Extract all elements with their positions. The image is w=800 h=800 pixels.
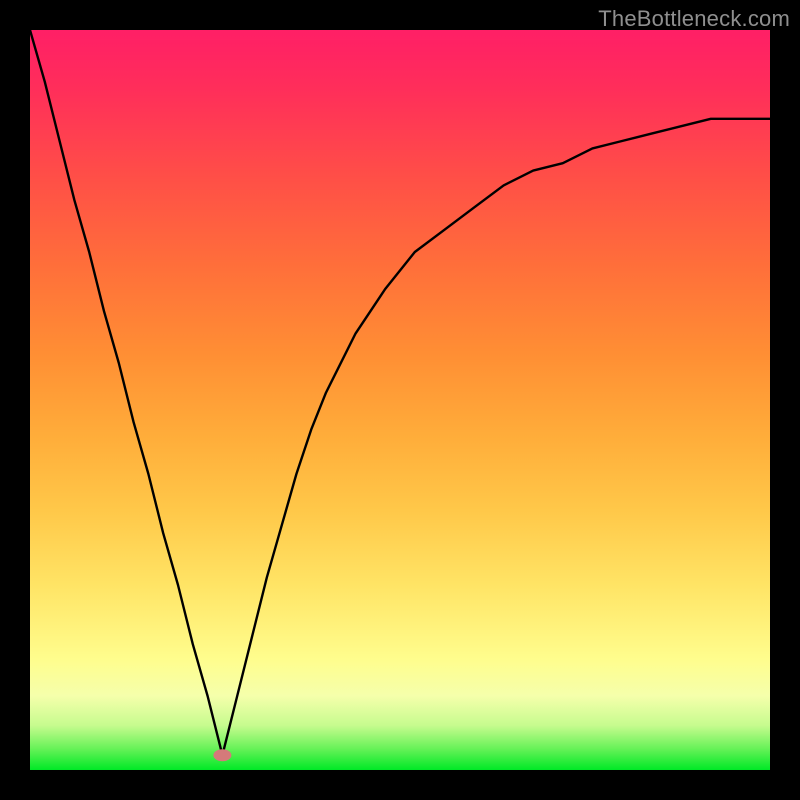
- curve-svg: [30, 30, 770, 770]
- dip-marker: [213, 749, 231, 761]
- chart-frame: TheBottleneck.com: [0, 0, 800, 800]
- plot-area: [30, 30, 770, 770]
- watermark-text: TheBottleneck.com: [598, 6, 790, 32]
- bottleneck-curve: [30, 30, 770, 755]
